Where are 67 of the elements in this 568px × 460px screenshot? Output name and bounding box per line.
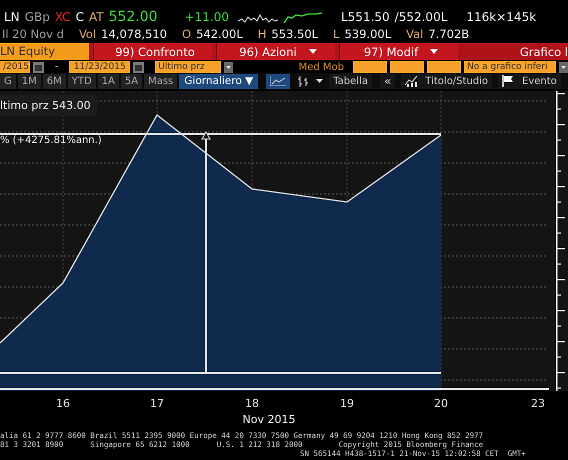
axis-label: 18 [244,397,260,410]
stat-label: O [182,27,192,41]
stat-value: 7.702B [428,27,470,41]
chart-title-tab[interactable]: Grafico l [520,44,568,58]
stat-value: 553.50L [271,27,318,41]
triangle-marker-icon [201,131,211,140]
line-chart-button[interactable] [266,74,290,88]
range-button[interactable]: 1M [18,74,41,88]
bid-price: L551.50 [340,10,390,24]
table-button[interactable]: Tabella [329,74,372,88]
caret-icon [316,79,324,83]
axis-label: 16 [55,397,71,410]
start-date-field[interactable]: /2015 [0,61,30,73]
line-chart-icon [270,76,286,86]
calendar-icon [133,62,144,72]
stat-label: H [258,27,266,41]
moving-average-label: Med Mob [298,62,344,72]
calendar-icon [33,62,44,72]
event-button[interactable]: Evento [498,74,561,88]
toolbar-button[interactable]: 96) Azioni [216,43,335,60]
range-button[interactable]: Mass [144,74,178,88]
range-button[interactable]: G [0,74,16,88]
stat-label: L [333,27,340,41]
stat-value: 539.00L [344,27,392,41]
at-label: AT [88,10,104,24]
stat-label: Vol [78,27,96,41]
range-button[interactable]: 5A [120,74,142,88]
frequency-dropdown[interactable]: Giornaliero ▼ [179,74,258,88]
axis-label: 23 [530,397,546,410]
date-separator: - [55,62,58,72]
security-field[interactable]: LN Equity [0,43,89,60]
input-field[interactable] [353,61,387,73]
axis-label: 20 [433,397,449,410]
session-date: Il 20 Nov d [2,27,64,41]
flag-icon [502,75,514,87]
price-change: +11.00 [184,10,229,24]
range-button[interactable]: YTD [68,74,96,88]
toolbar-button[interactable]: 97) Modif [339,43,458,60]
collapse-button[interactable]: « [380,74,396,88]
bar-chart-icon [297,76,310,86]
input-field[interactable] [390,61,424,73]
currency: GBp [24,10,50,24]
ask-price: /552.00L [394,10,448,24]
end-date-field[interactable]: 11/23/2015 [69,61,130,73]
legend-label: ltimo prz 543.00 [0,95,97,116]
toolbar-button[interactable]: 99) Confronto [93,43,212,60]
stat-value: 542.00L [196,27,243,41]
last-price: 552.00 [108,9,158,25]
bid-ask-size: 116k×145k [466,10,536,24]
chart-icon [405,75,418,87]
condition: C [76,10,84,24]
axis-label: 19 [339,397,355,410]
axis-title: Nov 2015 [242,413,296,427]
stat-value: 14,078,510 [101,27,168,41]
lower-chart-dropdown[interactable]: No a grafico inferi [464,61,556,73]
study-button[interactable]: Titolo/Studio [401,74,492,88]
ticker: LN [4,10,20,24]
range-button[interactable]: 6M [42,74,66,88]
dropdown-icon [559,62,568,72]
price-field-dropdown[interactable]: Ultimo prz [155,61,222,73]
stat-label: Val [406,27,424,41]
exchange: XC [54,10,71,24]
return-annotation: % (+4275.81%ann.) [0,135,102,146]
input-field[interactable] [427,61,461,73]
range-button[interactable]: 1A [98,74,119,88]
dropdown-icon [224,62,234,72]
axis-label: 17 [149,397,165,410]
